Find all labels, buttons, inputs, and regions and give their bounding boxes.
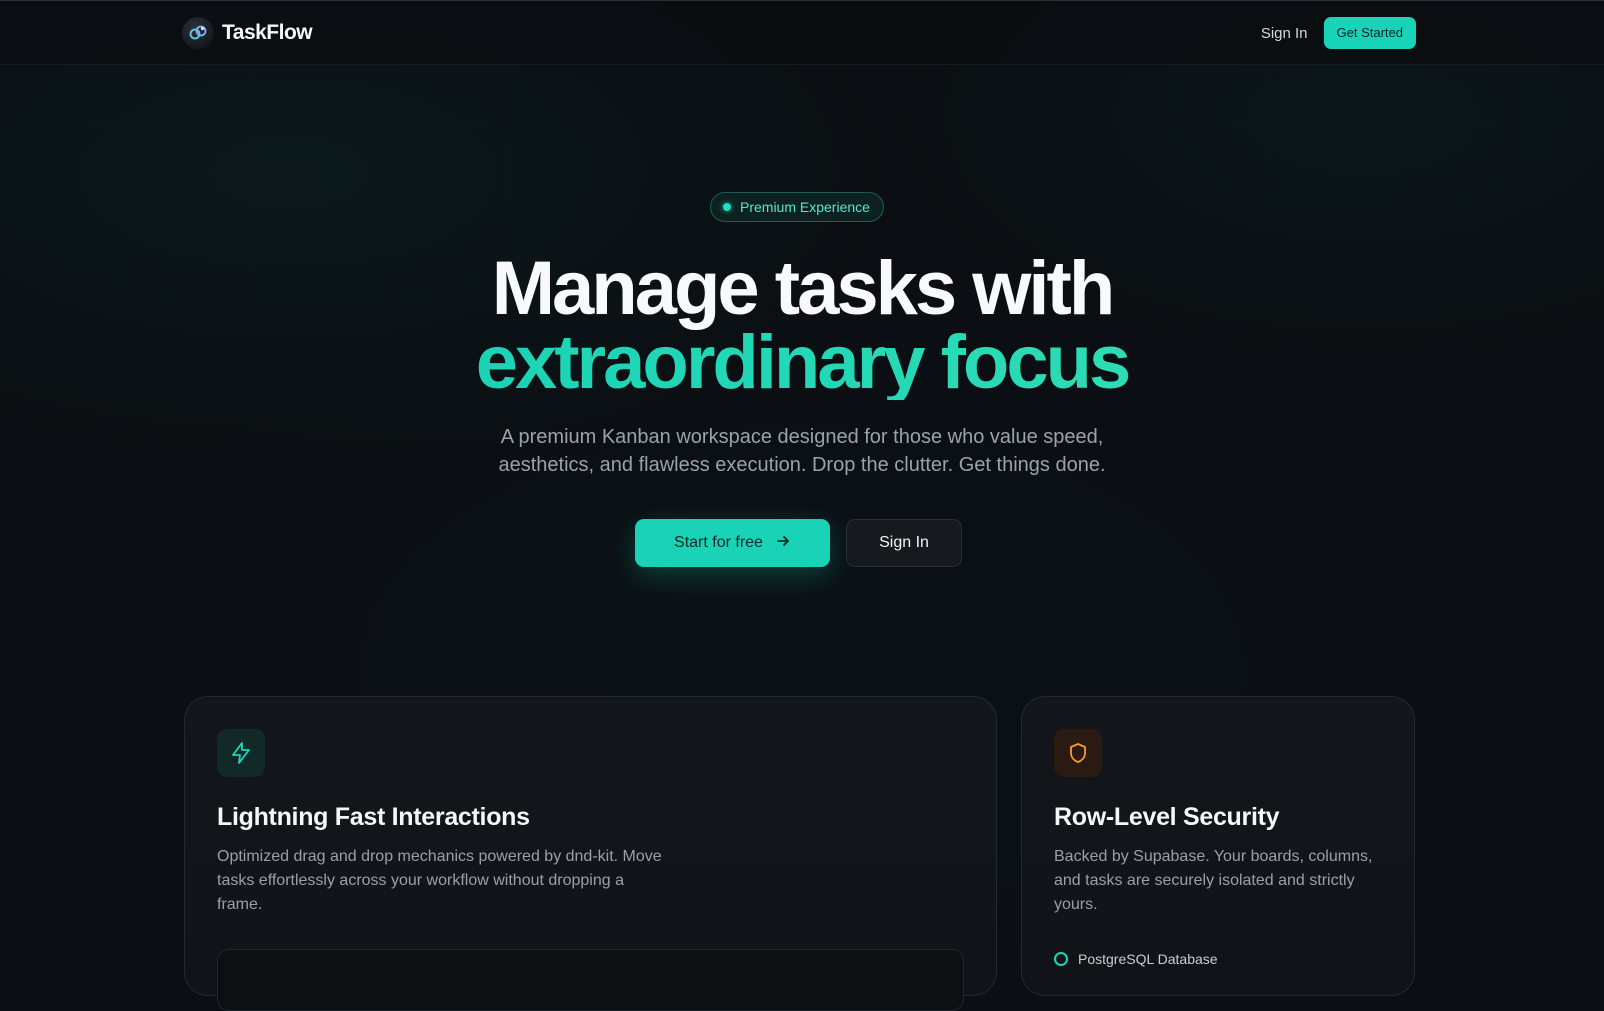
feature-card-security: Row-Level Security Backed by Supabase. Y… bbox=[1021, 696, 1415, 996]
hero-actions: Start for free Sign In bbox=[635, 519, 962, 567]
header-signin-link[interactable]: Sign In bbox=[1261, 25, 1308, 42]
feature-card-fast: Lightning Fast Interactions Optimized dr… bbox=[184, 696, 997, 1011]
hero-title: Manage tasks with extraordinary focus bbox=[0, 246, 1604, 401]
feature-preview-panel bbox=[217, 949, 964, 1011]
feature-title: Row-Level Security bbox=[1054, 803, 1280, 831]
brand-name: TaskFlow bbox=[222, 21, 313, 44]
header-nav: Sign In Get Started bbox=[1261, 17, 1416, 49]
logo-icon bbox=[182, 17, 214, 49]
premium-badge: Premium Experience bbox=[710, 192, 884, 222]
list-item-label: PostgreSQL Database bbox=[1078, 951, 1218, 967]
badge-dot-icon bbox=[723, 203, 731, 211]
lightning-icon bbox=[217, 729, 265, 777]
feature-title: Lightning Fast Interactions bbox=[217, 803, 530, 831]
hero-subtitle: A premium Kanban workspace designed for … bbox=[498, 426, 1106, 476]
start-for-free-button[interactable]: Start for free bbox=[635, 519, 830, 567]
hero-title-line2: extraordinary focus bbox=[0, 325, 1604, 401]
start-for-free-label: Start for free bbox=[674, 534, 763, 551]
feature-description: Optimized drag and drop mechanics powere… bbox=[217, 848, 662, 913]
hero-signin-button[interactable]: Sign In bbox=[846, 519, 962, 567]
list-item: PostgreSQL Database bbox=[1054, 951, 1218, 967]
badge-label: Premium Experience bbox=[740, 199, 870, 215]
site-header: TaskFlow Sign In Get Started bbox=[0, 1, 1604, 65]
arrow-right-icon bbox=[775, 533, 791, 554]
feature-description: Backed by Supabase. Your boards, columns… bbox=[1054, 848, 1373, 913]
hero-title-line1: Manage tasks with bbox=[491, 246, 1116, 331]
get-started-button[interactable]: Get Started bbox=[1323, 17, 1416, 49]
brand[interactable]: TaskFlow bbox=[182, 17, 313, 49]
check-circle-icon bbox=[1054, 952, 1068, 966]
shield-icon bbox=[1054, 729, 1102, 777]
